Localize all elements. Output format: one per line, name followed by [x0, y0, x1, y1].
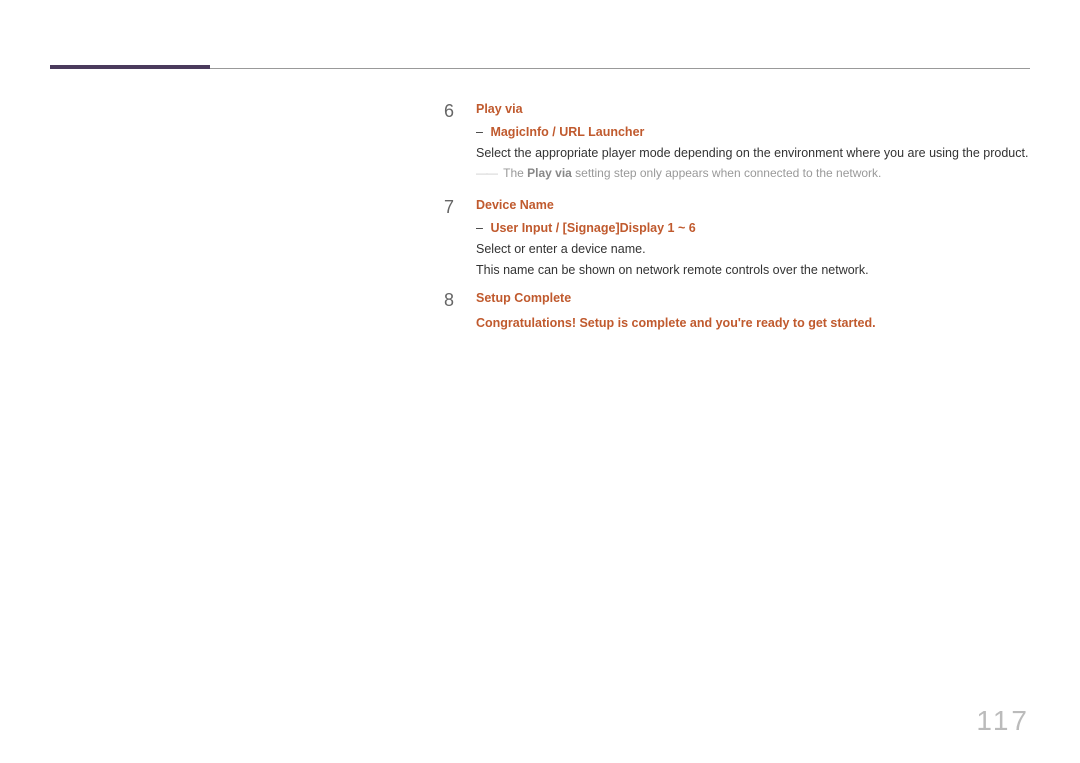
step-number: 7 [444, 196, 476, 281]
step-sub-item: ‒ MagicInfo / URL Launcher [476, 123, 1030, 142]
step-8: 8 Setup Complete Congratulations! Setup … [444, 289, 1030, 333]
page-number: 117 [976, 705, 1030, 737]
step-heading: Play via [476, 100, 1030, 119]
sub-highlight: User Input / [Signage]Display 1 ~ 6 [490, 221, 695, 235]
dash-icon: ‒ [476, 219, 483, 238]
step-body: Setup Complete Congratulations! Setup is… [476, 289, 1030, 333]
note-pre-text: The [503, 166, 527, 180]
dash-icon: ‒ [476, 123, 483, 142]
step-sub-item: ‒ User Input / [Signage]Display 1 ~ 6 [476, 219, 1030, 238]
step-6: 6 Play via ‒ MagicInfo / URL Launcher Se… [444, 100, 1030, 188]
step-body: Device Name ‒ User Input / [Signage]Disp… [476, 196, 1030, 281]
step-body-text: Select or enter a device name. [476, 240, 1030, 259]
step-7: 7 Device Name ‒ User Input / [Signage]Di… [444, 196, 1030, 281]
step-heading: Device Name [476, 196, 1030, 215]
step-body-text: Select the appropriate player mode depen… [476, 144, 1030, 163]
note-post-text: setting step only appears when connected… [572, 166, 882, 180]
step-heading: Setup Complete [476, 289, 1030, 308]
content-area: 6 Play via ‒ MagicInfo / URL Launcher Se… [444, 100, 1030, 341]
step-body-text-2: This name can be shown on network remote… [476, 261, 1030, 280]
note-bold-text: Play via [527, 166, 572, 180]
header-accent-bar [50, 65, 210, 69]
note-prefix-icon: ―― [476, 166, 496, 180]
step-body: Play via ‒ MagicInfo / URL Launcher Sele… [476, 100, 1030, 188]
step-highlight-body: Congratulations! Setup is complete and y… [476, 314, 1030, 333]
step-number: 6 [444, 100, 476, 188]
step-note: ―― The Play via setting step only appear… [476, 164, 1030, 182]
sub-highlight: MagicInfo / URL Launcher [490, 125, 644, 139]
step-number: 8 [444, 289, 476, 333]
